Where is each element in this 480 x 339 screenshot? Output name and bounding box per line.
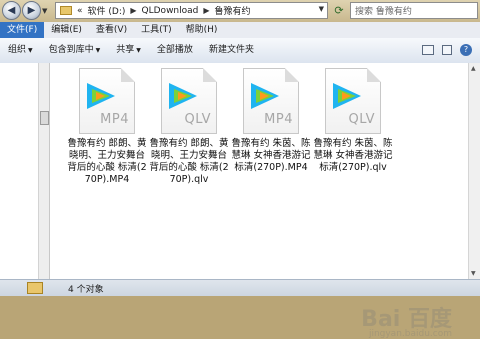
menu-edit[interactable]: 编辑(E) [44, 22, 89, 38]
scroll-up-icon[interactable]: ▲ [471, 65, 476, 72]
refresh-icon: ⟳ [334, 4, 344, 17]
organize-button[interactable]: 组织 ▼ [0, 38, 41, 63]
help-icon[interactable]: ? [460, 44, 472, 56]
tencent-video-logo-icon [169, 83, 197, 109]
navigation-pane[interactable] [0, 63, 38, 279]
file-extension-label: MP4 [100, 112, 129, 127]
address-prefix[interactable]: « [77, 6, 83, 16]
chevron-down-icon: ▼ [28, 47, 33, 54]
tencent-video-logo-icon [87, 83, 115, 109]
address-dropdown-icon[interactable]: ▼ [319, 5, 324, 13]
share-label: 共享 [116, 45, 135, 55]
view-controls: ? [422, 44, 472, 56]
video-file-icon: QLV [161, 68, 217, 134]
tencent-video-logo-icon [333, 83, 361, 109]
breadcrumb-qldownload[interactable]: QLDownload [142, 6, 199, 16]
chevron-down-icon: ▼ [136, 47, 141, 54]
breadcrumb-drive[interactable]: 软件 (D:) [88, 4, 126, 17]
search-placeholder: 搜索 鲁豫有约 [355, 7, 412, 17]
file-item[interactable]: QLV 鲁豫有约 郎朗、黄晓明、王力安舞台背后的心酸 标清(270P).qlv [148, 68, 230, 186]
recent-pages-dropdown[interactable]: ▼ [42, 7, 47, 15]
menu-help[interactable]: 帮助(H) [179, 22, 225, 38]
baidu-watermark: Bai 百度 jingyan.baidu.com [361, 301, 452, 339]
include-in-library-button[interactable]: 包含到库中 ▼ [41, 38, 109, 63]
file-name: 鲁豫有约 郎朗、黄晓明、王力安舞台背后的心酸 标清(270P).MP4 [67, 138, 147, 185]
breadcrumb-separator-icon[interactable]: ▶ [130, 6, 136, 15]
menu-file[interactable]: 文件(F) [0, 22, 45, 38]
file-extension-label: QLV [348, 112, 375, 127]
address-bar[interactable]: « 软件 (D:) ▶ QLDownload ▶ 鲁豫有约 ▼ [55, 2, 328, 19]
refresh-button[interactable]: ⟳ [331, 3, 347, 18]
forward-arrow-icon: ▶ [27, 5, 36, 16]
video-file-icon: MP4 [79, 68, 135, 134]
status-bar: 4 个对象 [0, 279, 480, 296]
file-list: MP4 鲁豫有约 郎朗、黄晓明、王力安舞台背后的心酸 标清(270P).MP4 … [50, 63, 468, 339]
video-file-icon: QLV [325, 68, 381, 134]
navigation-scrollbar[interactable] [38, 63, 50, 279]
menu-tools[interactable]: 工具(T) [134, 22, 179, 38]
content-scrollbar[interactable]: ▲ ▼ [468, 63, 480, 279]
file-item[interactable]: MP4 鲁豫有约 郎朗、黄晓明、王力安舞台背后的心酸 标清(270P).MP4 [66, 68, 148, 186]
watermark-sub: jingyan.baidu.com [368, 329, 452, 339]
item-count: 4 个对象 [68, 285, 104, 295]
file-item[interactable]: MP4 鲁豫有约 朱茵、陈慧琳 女神香港游记 标清(270P).MP4 [230, 68, 312, 174]
file-name: 鲁豫有约 朱茵、陈慧琳 女神香港游记 标清(270P).qlv [313, 138, 393, 173]
organize-label: 组织 [8, 45, 27, 55]
file-extension-label: MP4 [264, 112, 293, 127]
forward-button[interactable]: ▶ [22, 1, 41, 20]
share-button[interactable]: 共享 ▼ [108, 38, 149, 63]
file-item[interactable]: QLV 鲁豫有约 朱茵、陈慧琳 女神香港游记 标清(270P).qlv [312, 68, 394, 174]
search-input[interactable]: 搜索 鲁豫有约 [350, 2, 478, 19]
include-in-library-label: 包含到库中 [48, 45, 94, 55]
preview-pane-icon[interactable] [442, 45, 452, 55]
video-file-icon: MP4 [243, 68, 299, 134]
change-view-icon[interactable] [422, 45, 434, 55]
back-arrow-icon: ◀ [7, 5, 16, 16]
file-name: 鲁豫有约 郎朗、黄晓明、王力安舞台背后的心酸 标清(270P).qlv [149, 138, 229, 185]
scroll-down-icon[interactable]: ▼ [471, 270, 476, 277]
menu-view[interactable]: 查看(V) [89, 22, 134, 38]
chevron-down-icon: ▼ [95, 47, 101, 54]
back-button[interactable]: ◀ [2, 1, 21, 20]
file-extension-label: QLV [184, 112, 211, 127]
file-name: 鲁豫有约 朱茵、陈慧琳 女神香港游记 标清(270P).MP4 [231, 138, 311, 173]
tencent-video-logo-icon [251, 83, 279, 109]
breadcrumb-luyu[interactable]: 鲁豫有约 [215, 4, 251, 17]
navigation-scroll-thumb[interactable] [40, 111, 49, 125]
folder-icon [27, 282, 43, 294]
folder-icon [60, 6, 72, 15]
menu-bar: 文件(F) 编辑(E) 查看(V) 工具(T) 帮助(H) [0, 22, 480, 39]
new-folder-button[interactable]: 新建文件夹 [201, 38, 262, 63]
command-bar: 组织 ▼ 包含到库中 ▼ 共享 ▼ 全部播放 新建文件夹 ? [0, 38, 480, 64]
play-all-button[interactable]: 全部播放 [149, 38, 201, 63]
address-row: ◀ ▶ ▼ « 软件 (D:) ▶ QLDownload ▶ 鲁豫有约 ▼ ⟳ … [0, 0, 480, 22]
breadcrumb-separator-icon[interactable]: ▶ [203, 6, 209, 15]
